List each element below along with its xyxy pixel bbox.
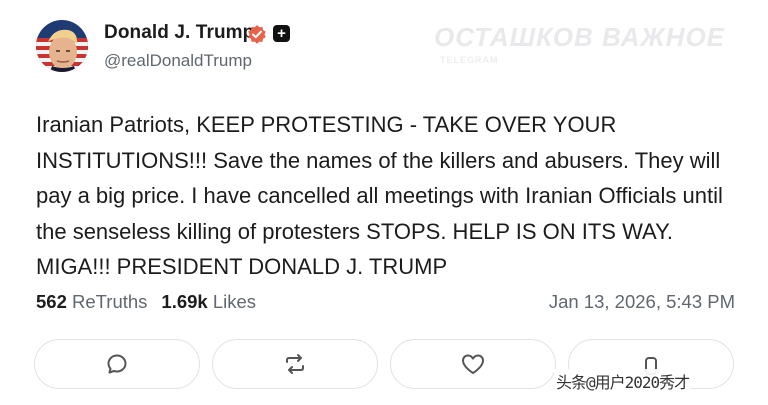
- author-handle[interactable]: @realDonaldTrump: [104, 51, 252, 71]
- like-button[interactable]: [390, 339, 556, 389]
- comment-icon: [107, 354, 127, 374]
- retruth-button[interactable]: [212, 339, 378, 389]
- likes-label: Likes: [212, 291, 257, 312]
- plus-badge-icon: +: [273, 25, 290, 42]
- avatar[interactable]: [36, 20, 88, 72]
- site-watermark: 头条@用户2020秀才: [554, 369, 692, 393]
- retruths-stat[interactable]: 562 ReTruths: [36, 291, 147, 312]
- post-timestamp[interactable]: Jan 13, 2026, 5:43 PM: [549, 291, 735, 313]
- retruth-icon: [286, 354, 304, 374]
- heart-icon: [462, 354, 484, 374]
- retruths-count: 562: [36, 291, 67, 312]
- reply-button[interactable]: [34, 339, 200, 389]
- avatar-image: [36, 20, 88, 72]
- likes-count: 1.69k: [161, 291, 208, 312]
- truth-post-card: Donald J. Trump + @realDonaldTrump ОСТАШ…: [0, 0, 768, 405]
- post-stats: 562 ReTruths 1.69k Likes: [36, 291, 256, 313]
- verified-badge-icon: [247, 24, 267, 44]
- watermark-text: ОСТАШКОВ ВАЖНОЕ: [434, 22, 726, 52]
- post-text: Iranian Patriots, KEEP PROTESTING - TAKE…: [36, 112, 723, 279]
- author-name[interactable]: Donald J. Trump: [104, 22, 254, 44]
- watermark-subtext: TELEGRAM: [440, 55, 499, 65]
- likes-stat[interactable]: 1.69k Likes: [161, 291, 256, 312]
- retruths-label: ReTruths: [72, 291, 148, 312]
